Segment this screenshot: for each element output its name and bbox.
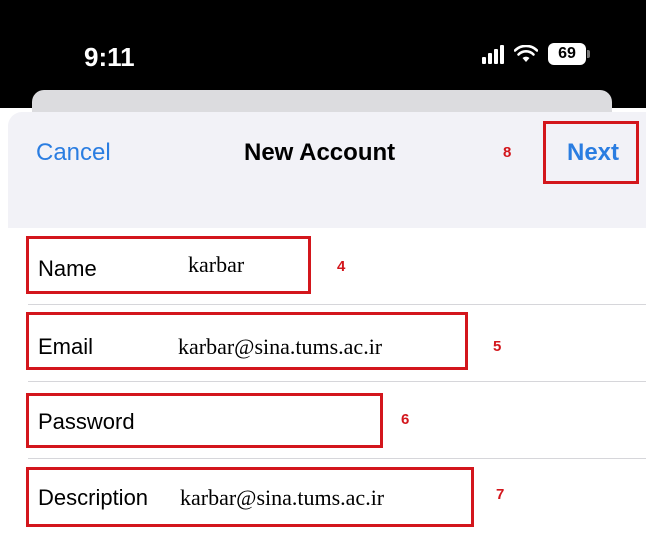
annotation-number-6: 6 xyxy=(401,411,410,428)
description-highlight-box xyxy=(26,467,474,527)
battery-icon: 69 xyxy=(548,43,590,65)
next-highlight-box xyxy=(543,121,639,184)
status-time: 9:11 xyxy=(84,42,135,72)
annotation-number-8: 8 xyxy=(503,144,512,161)
cellular-signal-icon xyxy=(482,44,504,64)
page-title: New Account xyxy=(244,139,396,166)
wifi-icon xyxy=(514,45,538,62)
name-highlight-box xyxy=(26,236,311,294)
annotation-number-7: 7 xyxy=(496,486,505,503)
email-highlight-box xyxy=(26,312,468,370)
annotation-number-4: 4 xyxy=(337,258,346,275)
password-highlight-box xyxy=(26,393,383,448)
status-icons: 69 xyxy=(482,43,590,65)
annotation-number-5: 5 xyxy=(493,338,502,355)
cancel-button[interactable]: Cancel xyxy=(36,139,111,167)
